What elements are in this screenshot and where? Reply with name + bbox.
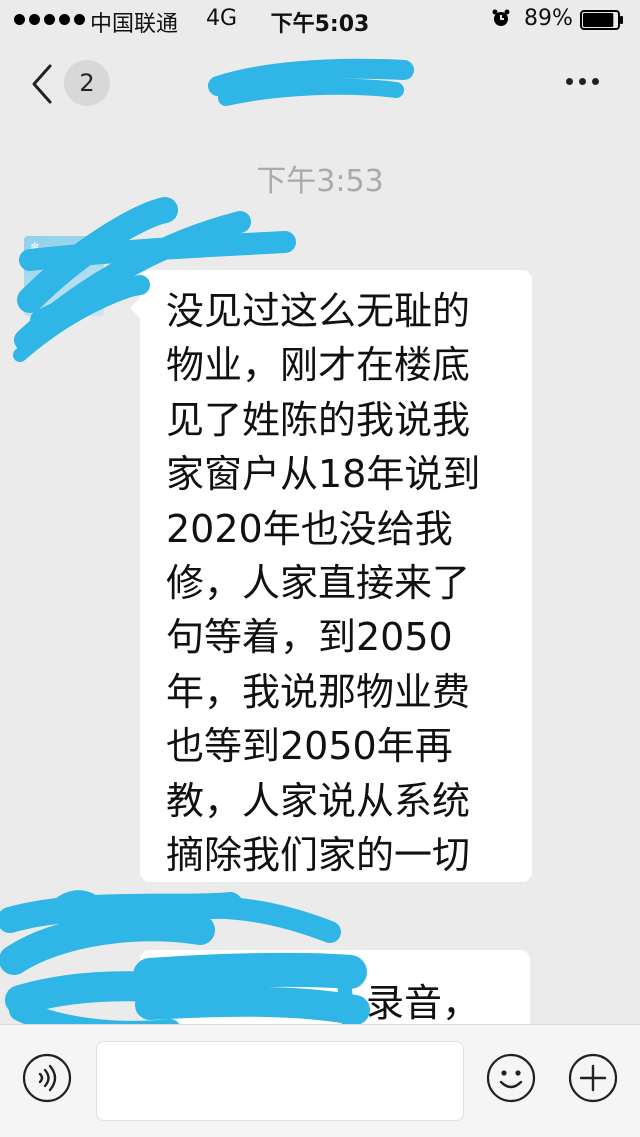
message-text: 录音， — [366, 981, 481, 1025]
message-timestamp: 下午3:53 — [256, 164, 384, 199]
alarm-icon — [492, 9, 510, 26]
input-bar — [0, 1024, 640, 1137]
unread-count-badge[interactable]: 2 — [64, 60, 110, 106]
message-line: 年，我说那物业费 — [166, 669, 471, 714]
status-bar: 中国联通 4G 下午5:03 89% — [0, 0, 640, 40]
message-line: 家窗户从18年说到 — [166, 452, 481, 497]
battery-percent: 89% — [524, 6, 573, 31]
message-line: 教，人家说从系统 — [166, 778, 471, 823]
more-horizontal-icon[interactable] — [566, 78, 599, 85]
chat-title — [210, 68, 430, 108]
avatar[interactable]: ❄ — [24, 236, 104, 316]
chat-header: 2 — [0, 40, 640, 132]
message-line: 摘除我们家的一切 — [166, 833, 471, 878]
message-line: 句等着，到2050 — [166, 615, 453, 660]
message-line: 也等到2050年再 — [166, 724, 453, 769]
message-line: 见了姓陈的我说我 — [166, 397, 471, 442]
message-line: 2020年也没给我 — [166, 506, 453, 551]
plus-circle-icon[interactable] — [568, 1053, 618, 1103]
battery-icon — [580, 10, 623, 30]
message-line: 没见过这么无耻的 — [166, 289, 471, 333]
message-line: 修，人家直接来了 — [166, 561, 471, 606]
emoji-icon[interactable] — [486, 1053, 536, 1103]
message-input[interactable] — [96, 1041, 464, 1121]
chevron-left-icon[interactable] — [28, 62, 58, 106]
message-bubble[interactable]: 没见过这么无耻的 物业，刚才在楼底 见了姓陈的我说我 家窗户从18年说到 202… — [130, 270, 532, 882]
voice-icon[interactable] — [22, 1053, 72, 1103]
message-line: 物业，刚才在楼底 — [166, 343, 471, 388]
